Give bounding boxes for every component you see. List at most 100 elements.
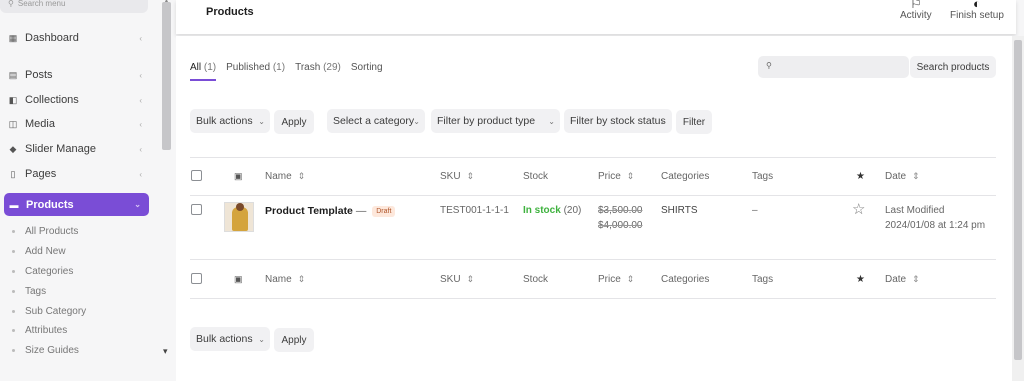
select-all-checkbox[interactable] xyxy=(191,170,202,181)
sidebar-item-label: Collections xyxy=(25,94,79,106)
chevron-down-icon: ⌄ xyxy=(660,116,667,126)
submenu-label: Size Guides xyxy=(25,345,79,356)
row-checkbox[interactable] xyxy=(191,204,202,215)
bulk-actions-select-bottom[interactable]: Bulk actions ⌄ xyxy=(190,327,270,351)
category-filter-value: Select a category xyxy=(333,115,415,127)
dashboard-icon: ▦ xyxy=(8,32,18,43)
sidebar-item-label: Posts xyxy=(25,69,53,81)
search-menu-input[interactable]: ⚲ Search menu xyxy=(0,0,148,13)
featured-star-icon[interactable]: ★ xyxy=(856,171,865,182)
submenu-label: Categories xyxy=(25,266,74,277)
search-products-input[interactable]: ⚲ xyxy=(758,56,909,78)
table-divider xyxy=(190,298,996,299)
stock-count: (20) xyxy=(563,205,582,216)
submenu-all-products[interactable]: All Products xyxy=(12,226,78,237)
column-footer-sku[interactable]: SKU ⇕ xyxy=(440,274,474,285)
product-thumbnail[interactable] xyxy=(224,202,254,232)
submenu-size-guides[interactable]: Size Guides xyxy=(12,345,79,356)
product-categories[interactable]: SHIRTS xyxy=(661,205,698,216)
activity-button[interactable]: ⚐ Activity xyxy=(900,0,932,21)
view-published[interactable]: Published (1) xyxy=(226,62,285,81)
column-header-sku[interactable]: SKU ⇕ xyxy=(440,171,474,182)
scrollbar-thumb[interactable] xyxy=(1014,40,1022,360)
product-type-filter-select[interactable]: Filter by product type ⌄ xyxy=(431,109,560,133)
bullet-icon xyxy=(12,349,15,352)
main-scrollbar[interactable] xyxy=(1012,36,1024,381)
view-trash[interactable]: Trash (29) xyxy=(295,62,341,81)
column-footer-date[interactable]: Date ⇕ xyxy=(885,274,920,285)
sidebar-item-products[interactable]: ▬ Products ⌄ xyxy=(4,193,149,216)
featured-star-outline-icon[interactable]: ☆ xyxy=(852,200,865,218)
price-sale: $4,000.00 xyxy=(598,220,643,231)
column-header-date[interactable]: Date ⇕ xyxy=(885,171,920,182)
finish-setup-button[interactable]: ◐ Finish setup xyxy=(950,0,1004,21)
column-footer-name[interactable]: Name ⇕ xyxy=(265,274,305,285)
sidebar-item-pages[interactable]: ▯ Pages ‹ xyxy=(0,163,150,185)
product-type-filter-value: Filter by product type xyxy=(437,115,536,127)
collections-icon: ◧ xyxy=(8,94,18,105)
sidebar-item-label: Slider Manage xyxy=(25,143,96,155)
column-footer-price[interactable]: Price ⇕ xyxy=(598,274,634,285)
product-price-sale: $4,000.00 xyxy=(598,220,643,231)
submenu-tags[interactable]: Tags xyxy=(12,286,46,297)
column-header-price[interactable]: Price ⇕ xyxy=(598,171,634,182)
sidebar-item-slider-manage[interactable]: ◆ Slider Manage ‹ xyxy=(0,138,150,160)
apply-button[interactable]: Apply xyxy=(274,110,314,134)
select-all-checkbox-footer[interactable] xyxy=(191,273,202,284)
product-tags: – xyxy=(752,205,758,216)
search-menu-placeholder: Search menu xyxy=(17,0,66,8)
search-products-button[interactable]: Search products xyxy=(910,56,996,78)
bullet-icon xyxy=(12,310,15,313)
view-trash-label: Trash xyxy=(295,62,321,73)
scroll-down-icon[interactable]: ▾ xyxy=(163,346,168,357)
submenu-categories[interactable]: Categories xyxy=(12,266,73,277)
sidebar-scrollbar[interactable]: ▲ ▾ xyxy=(160,0,174,381)
column-sku-label: SKU xyxy=(440,171,461,182)
stock-status-filter-value: Filter by stock status xyxy=(570,115,666,127)
submenu-label: Sub Category xyxy=(25,306,87,317)
finish-setup-label: Finish setup xyxy=(950,10,1004,21)
apply-button-bottom[interactable]: Apply xyxy=(274,328,314,352)
view-sorting[interactable]: Sorting xyxy=(351,62,383,81)
featured-star-icon[interactable]: ★ xyxy=(856,274,865,285)
view-all[interactable]: All (1) xyxy=(190,62,217,81)
slider-icon: ◆ xyxy=(9,143,17,154)
image-icon: ▣ xyxy=(234,171,243,181)
sidebar-item-collections[interactable]: ◧ Collections ‹ xyxy=(0,89,150,111)
sidebar-item-posts[interactable]: ▤ Posts ‹ xyxy=(0,64,150,86)
category-filter-select[interactable]: Select a category ⌄ xyxy=(327,109,425,133)
chevron-left-icon: ‹ xyxy=(139,169,142,179)
sort-icon: ⇕ xyxy=(466,171,475,181)
column-header-name[interactable]: Name ⇕ xyxy=(265,171,305,182)
submenu-attributes[interactable]: Attributes xyxy=(12,325,67,336)
media-icon: ◫ xyxy=(8,118,18,129)
chevron-left-icon: ‹ xyxy=(139,95,142,105)
apply-label: Apply xyxy=(281,116,307,128)
view-sorting-label: Sorting xyxy=(350,62,383,73)
column-header-categories: Categories xyxy=(661,171,709,182)
bulk-actions-select[interactable]: Bulk actions ⌄ xyxy=(190,109,270,133)
sidebar-item-dashboard[interactable]: ▦ Dashboard ‹ xyxy=(0,27,150,49)
column-name-label: Name xyxy=(265,274,292,285)
product-price-regular: $3,500.00 xyxy=(598,205,643,216)
submenu-label: Tags xyxy=(25,286,47,297)
column-price-label: Price xyxy=(598,274,621,285)
sidebar-item-media[interactable]: ◫ Media ‹ xyxy=(0,113,150,135)
filter-button[interactable]: Filter xyxy=(676,110,712,134)
search-icon: ⚲ xyxy=(766,61,772,70)
sidebar-item-label: Media xyxy=(25,118,55,130)
column-date-label: Date xyxy=(885,171,907,182)
submenu-label: All Products xyxy=(25,226,79,237)
products-icon: ▬ xyxy=(9,199,19,210)
stock-status: In stock xyxy=(523,205,561,216)
product-figure-head xyxy=(236,203,244,211)
scrollbar-thumb[interactable] xyxy=(162,2,171,150)
product-name-link[interactable]: Product Template — Draft xyxy=(265,205,396,217)
submenu-sub-category[interactable]: Sub Category xyxy=(12,306,86,317)
submenu-add-new[interactable]: Add New xyxy=(12,246,66,257)
product-name: Product Template xyxy=(265,205,353,217)
stock-status-filter-select[interactable]: Filter by stock status ⌄ xyxy=(564,109,672,133)
sidebar-item-label: Dashboard xyxy=(25,32,79,44)
bullet-icon xyxy=(12,230,15,233)
product-sku: TEST001-1-1-1 xyxy=(440,205,509,216)
